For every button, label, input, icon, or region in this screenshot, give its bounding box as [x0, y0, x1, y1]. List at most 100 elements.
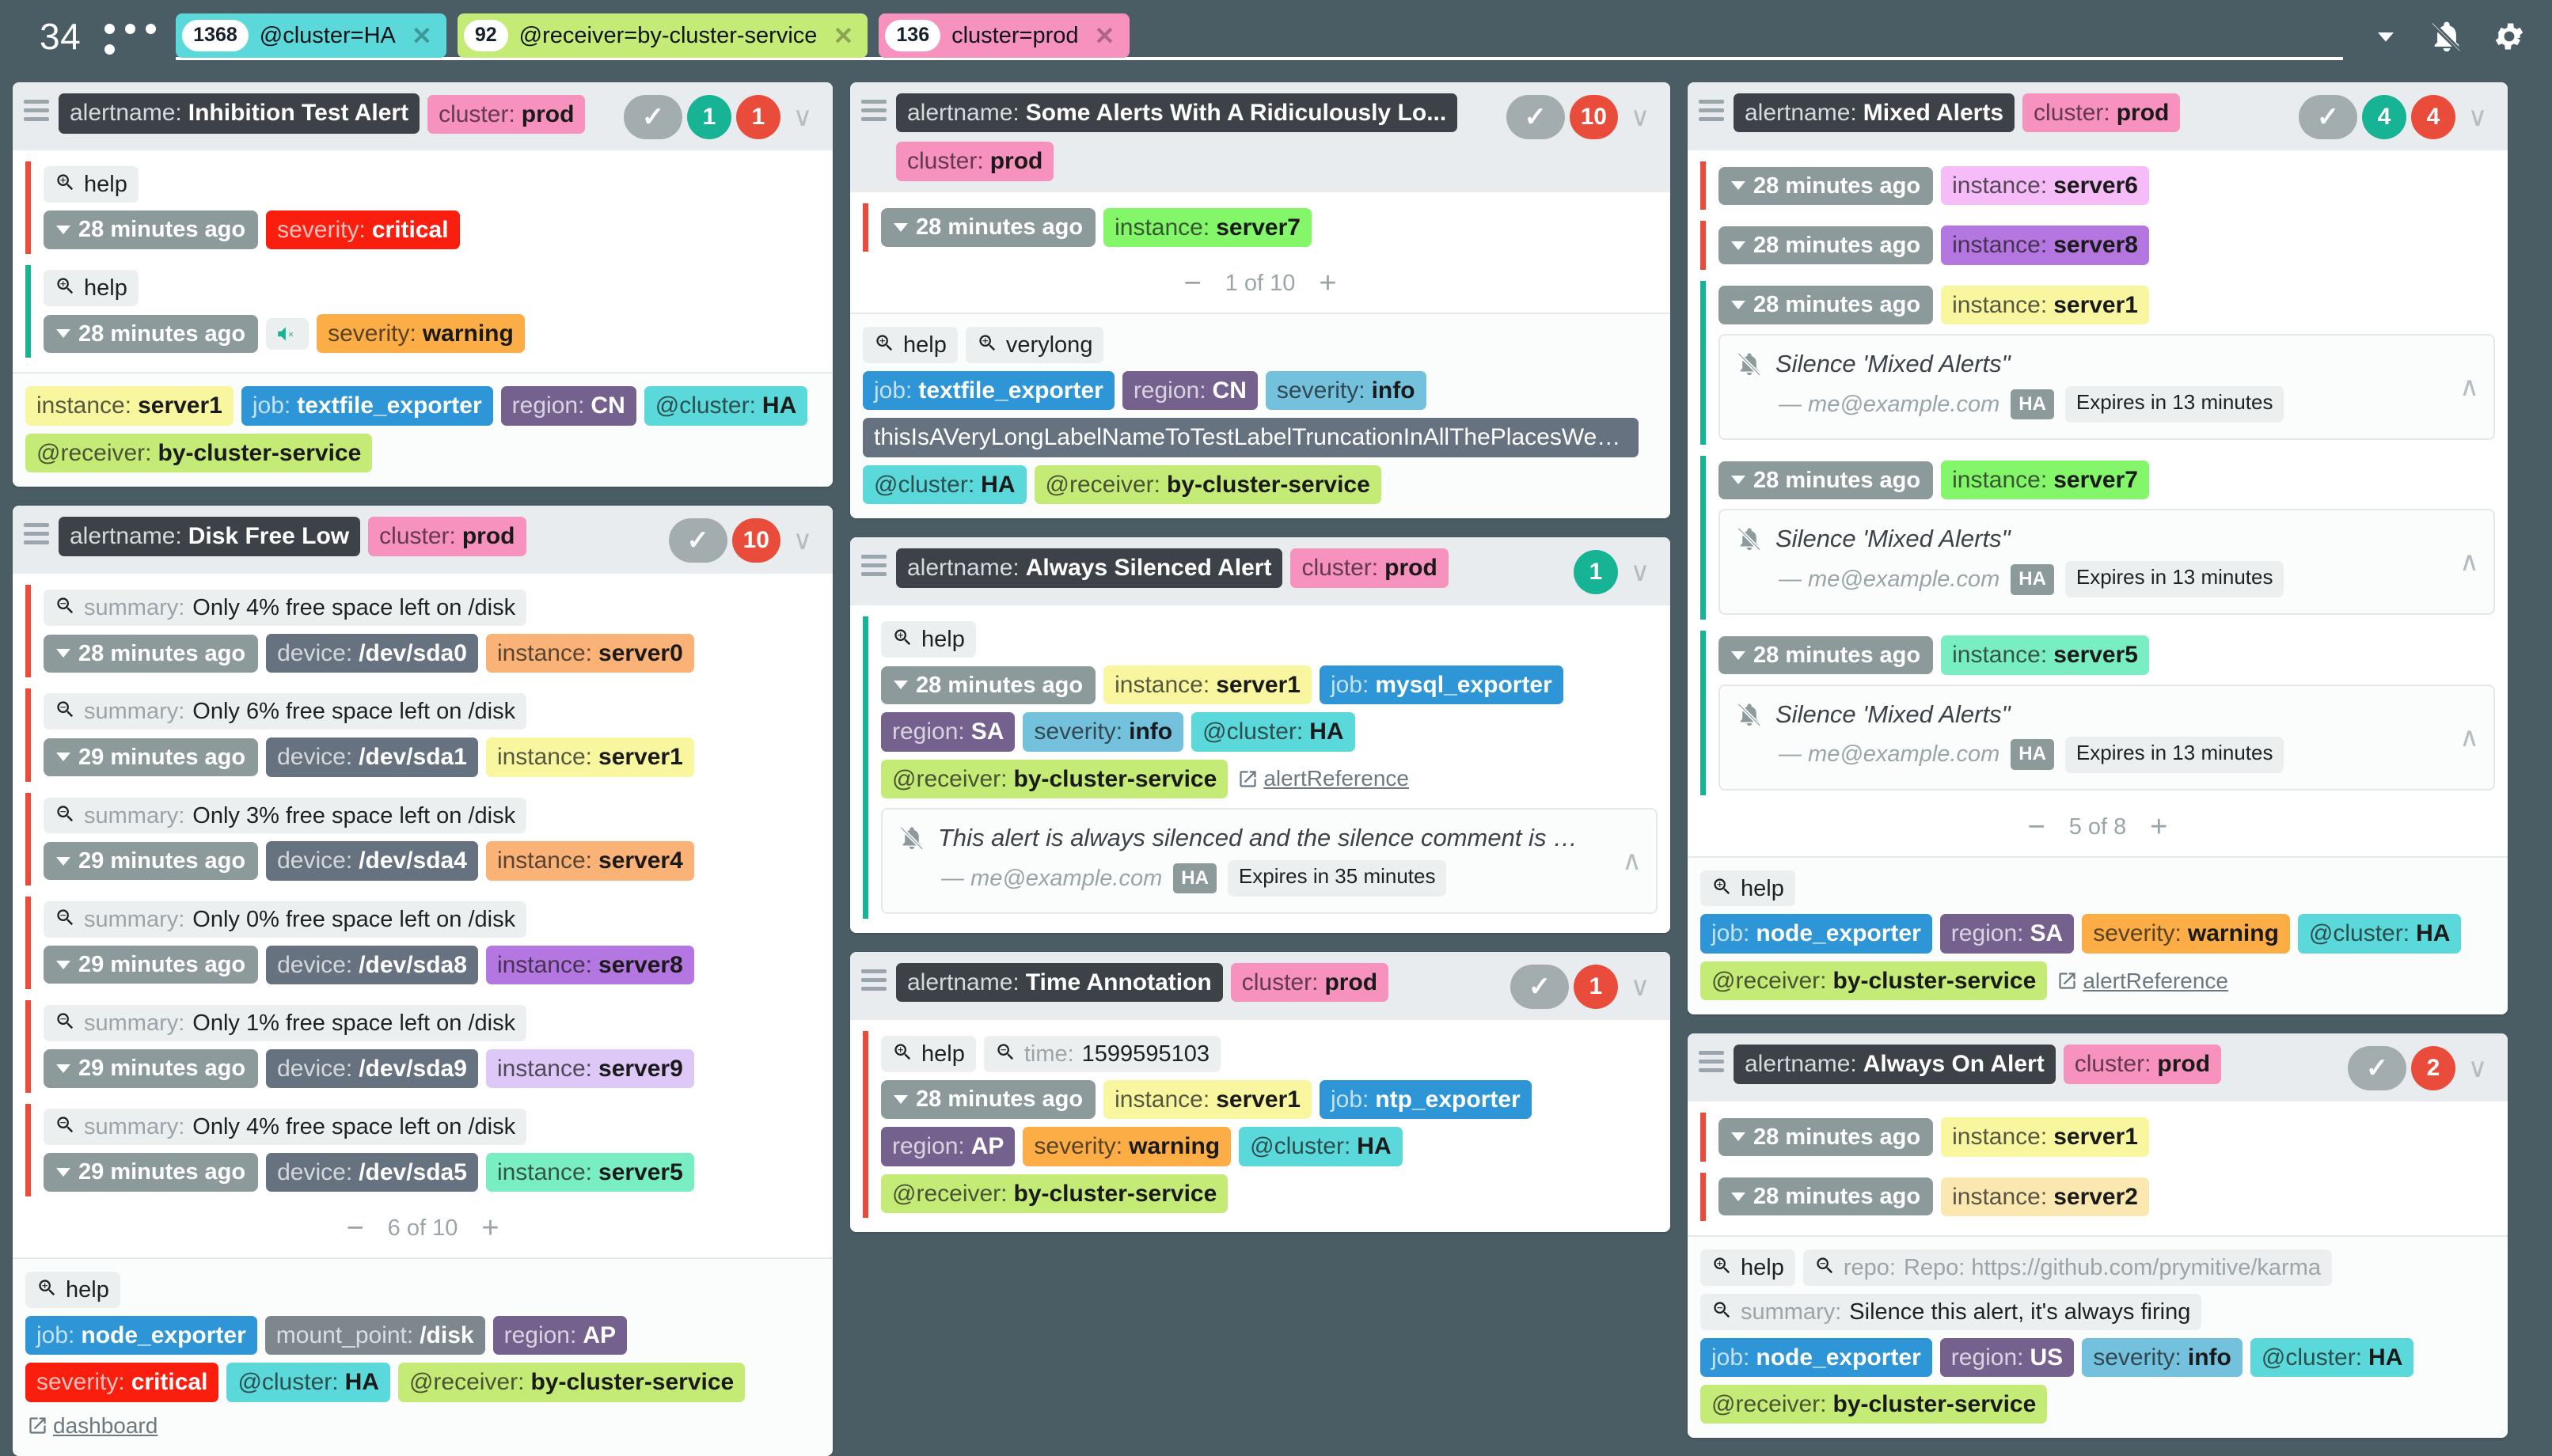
filter-chip-remove-icon[interactable]: ✕	[1095, 24, 1115, 48]
timestamp[interactable]: 28 minutes ago	[881, 666, 1096, 704]
timestamp[interactable]: 29 minutes ago	[44, 946, 258, 984]
paginator-plus-button[interactable]: +	[1319, 273, 1336, 294]
filter-chip-remove-icon[interactable]: ✕	[833, 24, 853, 48]
timestamp[interactable]: 28 minutes ago	[1718, 1118, 1933, 1156]
alert-count-badge[interactable]: 10	[732, 518, 780, 563]
menu-hamburger-icon[interactable]	[24, 93, 49, 126]
alert-count-badge[interactable]: 1	[687, 95, 731, 139]
timestamp[interactable]: 28 minutes ago	[44, 315, 258, 353]
filter-chip-@receiver=by-cluster-service[interactable]: 92@receiver=by-cluster-service✕	[458, 13, 868, 58]
alert-count-badge[interactable]: 1	[1574, 965, 1618, 1009]
paginator-minus-button[interactable]: −	[1183, 273, 1201, 294]
filter-bar[interactable]: 1368@cluster=HA✕ 92@receiver=by-cluster-s…	[176, 16, 2343, 60]
ack-check-badge[interactable]: ✓	[669, 518, 727, 563]
annotation-line: helptime:1599595103	[881, 1036, 1658, 1072]
grid-toggle-icon[interactable]	[103, 17, 160, 55]
alertname-label[interactable]: alertname:Always Silenced Alert	[896, 548, 1282, 587]
cluster-label[interactable]: cluster:prod	[1290, 548, 1448, 587]
filter-chip-cluster=prod[interactable]: 136cluster=prod✕	[879, 13, 1129, 58]
ack-check-badge[interactable]: ✓	[2348, 1046, 2406, 1090]
timestamp[interactable]: 29 minutes ago	[44, 738, 258, 776]
cluster-label[interactable]: cluster:prod	[2022, 93, 2180, 132]
timestamp[interactable]: 28 minutes ago	[1718, 461, 1933, 499]
collapse-chevron-down-icon[interactable]: ∨	[1623, 95, 1658, 139]
link-alertReference[interactable]: alertReference	[1236, 763, 1411, 794]
menu-hamburger-icon[interactable]	[861, 93, 887, 126]
caret-down-icon	[56, 1168, 70, 1177]
timestamp[interactable]: 28 minutes ago	[1718, 286, 1933, 324]
zoom-out-icon	[1814, 1255, 1836, 1276]
alert-column-3: alertname:Mixed Alertscluster:prod✓44∨28…	[1688, 82, 2508, 1438]
gear-icon[interactable]	[2492, 19, 2527, 54]
menu-hamburger-icon[interactable]	[1699, 1045, 1724, 1077]
paginator-plus-button[interactable]: +	[481, 1218, 499, 1239]
menu-hamburger-icon[interactable]	[24, 517, 49, 549]
filter-chip-@cluster=HA[interactable]: 1368@cluster=HA✕	[176, 13, 446, 58]
timestamp[interactable]: 28 minutes ago	[881, 1080, 1096, 1118]
alert-count-badge[interactable]: 1	[736, 95, 780, 139]
alert-count-badge[interactable]: 4	[2411, 95, 2455, 139]
mute-speaker-icon[interactable]: ×	[266, 318, 309, 350]
collapse-chevron-up-icon[interactable]: ∧	[2459, 371, 2479, 403]
label-key: device:	[277, 1055, 352, 1083]
menu-hamburger-icon[interactable]	[1699, 93, 1724, 126]
paginator-plus-button[interactable]: +	[2150, 817, 2167, 838]
timestamp[interactable]: 28 minutes ago	[1718, 226, 1933, 264]
annotation-summary: summary:Only 0% free space left on /disk	[44, 901, 526, 938]
collapse-chevron-down-icon[interactable]: ∨	[785, 95, 820, 139]
alert-count-badge[interactable]: 10	[1570, 95, 1618, 139]
paginator-minus-button[interactable]: −	[346, 1218, 363, 1239]
cluster-label[interactable]: cluster:prod	[2064, 1045, 2221, 1083]
bell-slash-icon[interactable]	[2429, 18, 2465, 55]
timestamp-text: 29 minutes ago	[78, 1158, 245, 1185]
collapse-chevron-up-icon[interactable]: ∧	[2459, 546, 2479, 578]
link-alertReference[interactable]: alertReference	[2055, 965, 2230, 997]
alert-count-badge[interactable]: 2	[2411, 1046, 2455, 1090]
timestamp[interactable]: 29 minutes ago	[44, 1049, 258, 1087]
collapse-chevron-down-icon[interactable]: ∨	[1623, 550, 1658, 594]
cluster-label[interactable]: cluster:prod	[1231, 963, 1388, 1002]
timestamp[interactable]: 28 minutes ago	[1718, 636, 1933, 674]
collapse-chevron-down-icon[interactable]: ∨	[1623, 965, 1658, 1009]
ack-check-badge[interactable]: ✓	[2299, 95, 2357, 139]
collapse-chevron-down-icon[interactable]: ∨	[785, 518, 820, 563]
timestamp[interactable]: 29 minutes ago	[44, 842, 258, 880]
label-value: /dev/sda0	[359, 639, 467, 667]
timestamp[interactable]: 28 minutes ago	[44, 635, 258, 673]
collapse-chevron-up-icon[interactable]: ∧	[1622, 845, 1642, 877]
alertname-label[interactable]: alertname:Some Alerts With A Ridiculousl…	[896, 93, 1457, 132]
cluster-label[interactable]: cluster:prod	[368, 517, 526, 555]
collapse-chevron-down-icon[interactable]: ∨	[2460, 1046, 2495, 1090]
cluster-label[interactable]: cluster:prod	[427, 95, 585, 134]
timestamp[interactable]: 29 minutes ago	[44, 1153, 258, 1191]
chevron-down-icon[interactable]	[2370, 21, 2402, 52]
annotation-line: summary:Only 4% free space left on /disk	[44, 1109, 820, 1145]
label-line: 28 minutes agoinstance:server1	[1718, 1117, 2495, 1156]
alertname-label[interactable]: alertname:Inhibition Test Alert	[59, 93, 420, 134]
menu-hamburger-icon[interactable]	[861, 963, 887, 995]
ack-check-badge[interactable]: ✓	[1506, 95, 1565, 139]
timestamp[interactable]: 28 minutes ago	[1718, 167, 1933, 205]
timestamp[interactable]: 28 minutes ago	[1718, 1177, 1933, 1215]
collapse-chevron-down-icon[interactable]: ∨	[2460, 95, 2495, 139]
alert-count-badge[interactable]: 1	[1574, 550, 1618, 594]
alert-count-badge[interactable]: 4	[2362, 95, 2406, 139]
timestamp[interactable]: 28 minutes ago	[44, 210, 258, 248]
alertname-label[interactable]: alertname:Mixed Alerts	[1734, 93, 2015, 132]
label-value: info	[1129, 718, 1172, 745]
link-dashboard[interactable]: dashboard	[25, 1410, 159, 1442]
collapse-chevron-up-icon[interactable]: ∧	[2459, 722, 2479, 753]
ack-check-badge[interactable]: ✓	[1510, 965, 1569, 1009]
paginator-minus-button[interactable]: −	[2028, 817, 2045, 838]
filter-chip-remove-icon[interactable]: ✕	[412, 24, 432, 48]
filter-input[interactable]	[1141, 17, 2344, 55]
alertname-label[interactable]: alertname:Time Annotation	[896, 963, 1223, 1002]
alertname-label[interactable]: alertname:Disk Free Low	[59, 517, 360, 555]
timestamp[interactable]: 28 minutes ago	[881, 208, 1096, 246]
alertname-label[interactable]: alertname:Always On Alert	[1734, 1045, 2056, 1083]
menu-hamburger-icon[interactable]	[861, 548, 887, 581]
filter-chip-label: cluster=prod	[951, 23, 1078, 49]
ack-check-badge[interactable]: ✓	[624, 95, 682, 139]
cluster-label[interactable]: cluster:prod	[896, 142, 1054, 180]
annotation-value: help	[921, 1041, 965, 1068]
